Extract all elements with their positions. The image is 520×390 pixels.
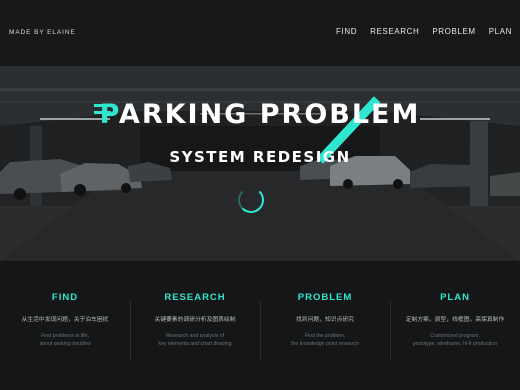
brand-label: MADE BY ELAINE	[9, 29, 76, 36]
hero-title-rest: ARKING PROBLEM	[118, 99, 421, 130]
feature-chinese-caption: 从生活中发现问题，关于泊车困扰	[21, 317, 109, 323]
feature-description: Find problems in life, about parking tro…	[0, 332, 130, 348]
feature-title: PROBLEM	[297, 292, 353, 303]
feature-description: Find the problem, the knowledge point re…	[260, 332, 390, 348]
features-row: FIND 从生活中发现问题，关于泊车困扰 Find problems in li…	[0, 261, 520, 390]
hero-title-initial: P	[99, 99, 119, 130]
feature-desc-line: Find the problem,	[304, 333, 346, 339]
feature-chinese-caption: 定制方案，原型，线框图，高保真制作	[405, 317, 505, 323]
feature-desc-line: Find problems in life,	[41, 333, 89, 339]
feature-description: Research and analysis of key elements an…	[130, 332, 260, 348]
feature-chinese-caption: 找到问题，知识点研究	[296, 317, 354, 323]
feature-desc-line: key elements and chart drawing	[158, 341, 232, 347]
feature-title: PLAN	[440, 292, 470, 303]
feature-desc-line: prototype, wireframe, hi-fi production	[412, 341, 498, 347]
feature-find[interactable]: FIND 从生活中发现问题，关于泊车困扰 Find problems in li…	[0, 261, 130, 390]
nav-problem-link[interactable]: PROBLEM	[432, 27, 475, 36]
feature-desc-line: Customized program,	[430, 333, 480, 339]
feature-desc-line: about parking troubles	[39, 341, 91, 347]
feature-problem[interactable]: PROBLEM 找到问题，知识点研究 Find the problem, the…	[260, 261, 390, 390]
nav-find-link[interactable]: FIND	[336, 27, 357, 36]
nav-research-link[interactable]: RESEARCH	[370, 27, 419, 36]
feature-desc-line: the knowledge point research	[291, 341, 359, 347]
feature-description: Customized program, prototype, wireframe…	[390, 332, 520, 348]
feature-desc-line: Research and analysis of	[165, 333, 225, 339]
feature-chinese-caption: 关键要素的调研分析及图表绘制	[154, 317, 236, 323]
main-nav: FIND RESEARCH PROBLEM PLAN	[336, 27, 512, 36]
hero-title: PARKING PROBLEM	[0, 99, 520, 130]
feature-research[interactable]: RESEARCH 关键要素的调研分析及图表绘制 Research and ana…	[130, 261, 260, 390]
feature-plan[interactable]: PLAN 定制方案，原型，线框图，高保真制作 Customized progra…	[390, 261, 520, 390]
feature-title: RESEARCH	[164, 292, 226, 303]
nav-plan-link[interactable]: PLAN	[489, 27, 512, 36]
hero-subtitle: SYSTEM REDESIGN	[169, 148, 351, 166]
top-bar: MADE BY ELAINE FIND RESEARCH PROBLEM PLA…	[0, 0, 520, 66]
feature-title: FIND	[51, 292, 79, 303]
loading-spinner-icon	[238, 187, 264, 213]
